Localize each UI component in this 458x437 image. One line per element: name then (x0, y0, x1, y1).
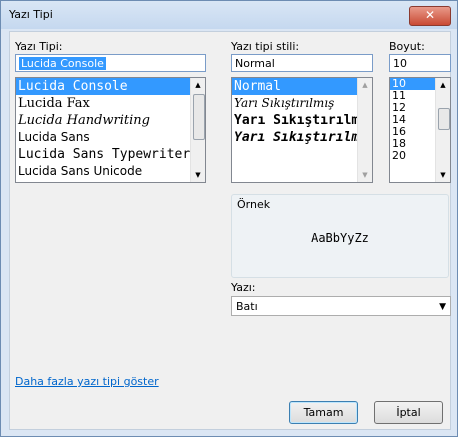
dialog-body: Yazı Tipi: Lucida Console Lucida Console… (9, 31, 451, 430)
style-input[interactable]: Normal (231, 54, 373, 72)
scroll-down-icon[interactable]: ▼ (191, 168, 205, 182)
size-label: Boyut: (389, 40, 425, 53)
style-list[interactable]: Normal Yarı Sıkıştırılmış Yarı Sıkıştırı… (231, 77, 373, 183)
style-list-scrollbar[interactable]: ▲ ▼ (357, 78, 372, 182)
sample-text: AaBbYyZz (311, 231, 369, 245)
scroll-down-icon[interactable]: ▼ (358, 168, 372, 182)
style-item-italic[interactable]: Yarı Sıkıştırılmış (232, 95, 372, 112)
font-input-value: Lucida Console (19, 57, 106, 70)
ok-button[interactable]: Tamam (289, 401, 358, 424)
style-input-value: Normal (235, 57, 275, 70)
style-label: Yazı tipi stili: (231, 40, 300, 53)
scroll-up-icon[interactable]: ▲ (358, 78, 372, 92)
cancel-button[interactable]: İptal (374, 401, 443, 424)
size-list[interactable]: 10 11 12 14 16 18 20 ▲ ▼ (389, 77, 451, 183)
sample-group: Örnek AaBbYyZz (231, 194, 449, 278)
font-item-lucida-sans[interactable]: Lucida Sans (16, 129, 205, 146)
font-dialog: Yazı Tipi ✕ Yazı Tipi: Lucida Console Lu… (0, 0, 458, 437)
style-item-bold-italic[interactable]: Yarı Sıkıştırılmış (232, 129, 372, 146)
scroll-thumb[interactable] (193, 94, 205, 140)
font-label: Yazı Tipi: (15, 40, 63, 53)
font-item-lucida-handwriting[interactable]: Lucida Handwriting (16, 112, 205, 129)
font-item-lucida-sans-unicode[interactable]: Lucida Sans Unicode (16, 163, 205, 180)
font-list-scrollbar[interactable]: ▲ ▼ (190, 78, 205, 182)
sample-label: Örnek (237, 198, 271, 211)
script-select[interactable]: Batı ▼ (231, 296, 451, 316)
size-input-value: 10 (393, 57, 407, 70)
more-fonts-link[interactable]: Daha fazla yazı tipi göster (15, 375, 159, 388)
style-item-normal[interactable]: Normal (232, 78, 372, 95)
font-input[interactable]: Lucida Console (15, 54, 206, 72)
title-bar[interactable]: Yazı Tipi ✕ (1, 1, 457, 29)
size-list-scrollbar[interactable]: ▲ ▼ (435, 78, 450, 182)
font-list[interactable]: Lucida Console Lucida Fax Lucida Handwri… (15, 77, 206, 183)
scroll-up-icon[interactable]: ▲ (436, 78, 450, 92)
script-select-value: Batı (236, 300, 258, 313)
window-title: Yazı Tipi (9, 8, 53, 21)
scroll-thumb[interactable] (438, 108, 450, 130)
chevron-down-icon: ▼ (439, 302, 446, 312)
size-input[interactable]: 10 (389, 54, 451, 72)
close-button[interactable]: ✕ (409, 6, 451, 26)
scroll-down-icon[interactable]: ▼ (436, 168, 450, 182)
close-icon: ✕ (424, 8, 436, 22)
style-item-bold[interactable]: Yarı Sıkıştırılmış (232, 112, 372, 129)
script-label: Yazı: (231, 281, 256, 294)
font-item-lucida-console[interactable]: Lucida Console (16, 78, 205, 95)
scroll-up-icon[interactable]: ▲ (191, 78, 205, 92)
font-item-lucida-fax[interactable]: Lucida Fax (16, 95, 205, 112)
font-item-lucida-sans-typewriter[interactable]: Lucida Sans Typewriter (16, 146, 205, 163)
